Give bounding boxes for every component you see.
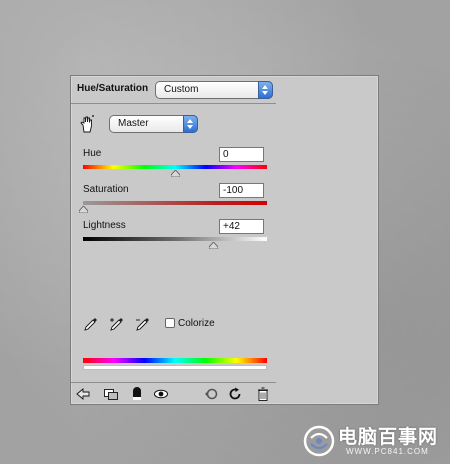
- mask-icon[interactable]: [129, 387, 145, 401]
- lightness-label: Lightness: [83, 220, 126, 231]
- delete-icon[interactable]: [255, 387, 271, 401]
- hue-slider-track[interactable]: [83, 165, 267, 169]
- footer-divider: [71, 382, 276, 383]
- channel-dropdown-arrow-icon: [183, 115, 198, 133]
- panel-title: Hue/Saturation: [77, 83, 149, 94]
- header-divider: [71, 103, 276, 104]
- hue-saturation-panel: Hue/Saturation Custom Master Hue 0 Satur…: [70, 75, 379, 405]
- eyedropper-plus-icon[interactable]: [109, 316, 125, 332]
- visibility-eye-icon[interactable]: [153, 387, 169, 401]
- preset-value: Custom: [164, 84, 199, 95]
- channel-select[interactable]: Master: [109, 115, 198, 133]
- back-icon[interactable]: [75, 387, 91, 401]
- eyedropper-icon[interactable]: [83, 316, 99, 332]
- saturation-slider-track[interactable]: [83, 201, 267, 205]
- channel-value: Master: [118, 118, 149, 129]
- site-watermark: 电脑百事网 WWW.PC841.COM: [296, 420, 450, 464]
- lightness-value-field[interactable]: +42: [219, 219, 264, 234]
- saturation-slider-thumb[interactable]: [78, 206, 88, 213]
- colorize-checkbox[interactable]: [165, 318, 175, 328]
- previous-state-icon[interactable]: [203, 387, 219, 401]
- site-logo-icon: [303, 425, 335, 457]
- saturation-value-field[interactable]: -100: [219, 183, 264, 198]
- eyedropper-minus-icon[interactable]: [135, 316, 151, 332]
- reset-icon[interactable]: [227, 387, 243, 401]
- watermark-text: 电脑百事网: [338, 427, 439, 448]
- preset-select[interactable]: Custom: [155, 81, 273, 99]
- lightness-slider-track[interactable]: [83, 237, 267, 241]
- colorize-label: Colorize: [178, 318, 215, 329]
- preset-dropdown-arrow-icon: [258, 81, 273, 99]
- clip-layer-icon[interactable]: [103, 387, 119, 401]
- input-color-bar: [83, 358, 267, 363]
- lightness-slider-thumb[interactable]: [209, 242, 219, 249]
- hue-label: Hue: [83, 148, 102, 159]
- hue-value-field[interactable]: 0: [219, 147, 264, 162]
- hand-adjust-icon[interactable]: [79, 115, 95, 133]
- watermark-url: WWW.PC841.COM: [346, 447, 429, 456]
- hue-slider-thumb[interactable]: [170, 170, 180, 177]
- output-color-bar: [83, 365, 267, 370]
- saturation-label: Saturation: [83, 184, 129, 195]
